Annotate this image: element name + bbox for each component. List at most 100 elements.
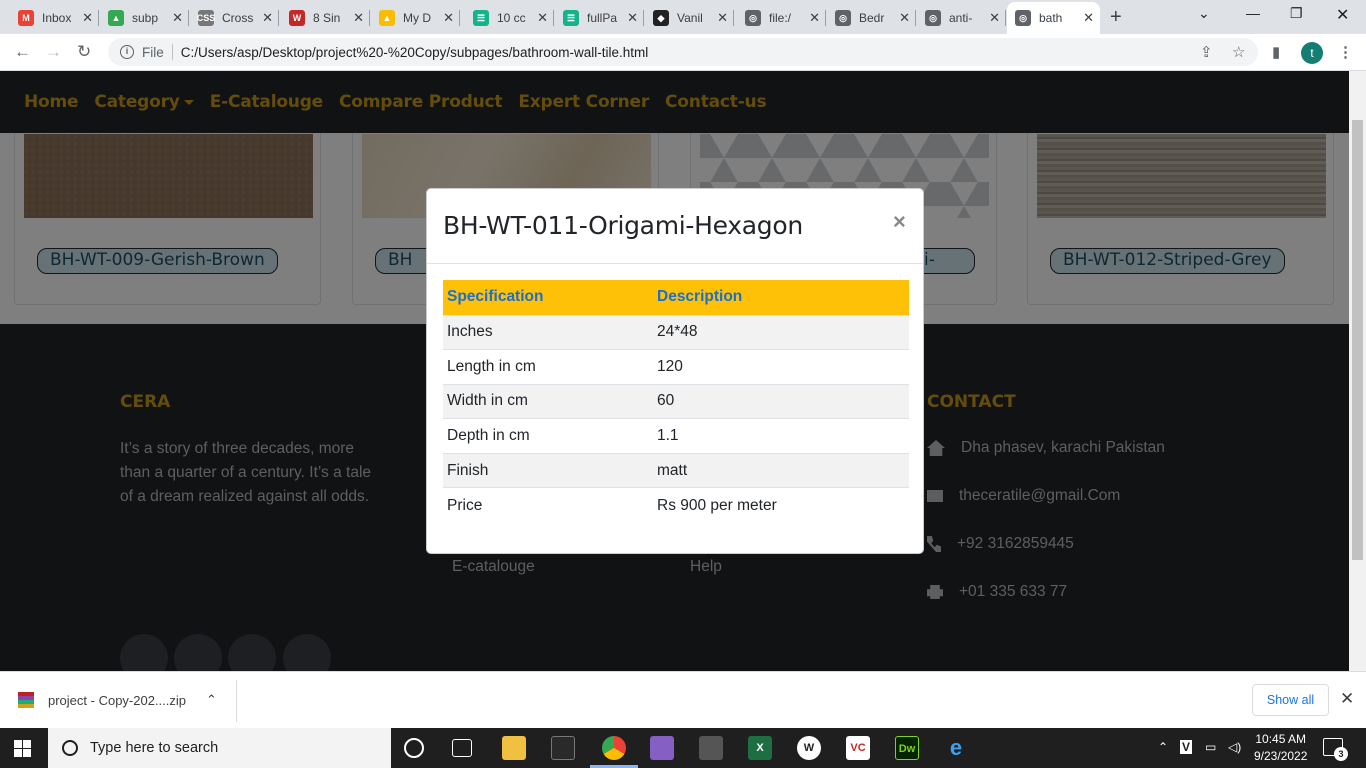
windows-taskbar: Type here to search X W VC Dw e ⌃ V ▭ ◁)… <box>0 728 1366 768</box>
tab-title: bath <box>1039 11 1063 25</box>
excel-icon[interactable]: X <box>748 736 772 760</box>
browser-tab[interactable]: ☰ 10 cc ✕ <box>465 4 554 32</box>
table-row: Depth in cm 1.1 <box>443 418 909 454</box>
maximize-button[interactable]: ❐ <box>1290 5 1303 22</box>
value-cell: 60 <box>653 383 909 419</box>
close-icon[interactable]: ✕ <box>1340 689 1354 709</box>
table-header-row: Specification Description <box>443 280 909 315</box>
value-cell: 1.1 <box>653 418 909 454</box>
browser-tab[interactable]: ▲ subp ✕ <box>100 4 189 32</box>
back-arrow-icon[interactable]: ← <box>14 42 31 62</box>
microsoft-store-icon[interactable] <box>551 736 575 760</box>
forward-arrow-icon[interactable]: → <box>45 42 62 62</box>
browser-tab[interactable]: ▲ My D ✕ <box>371 4 460 32</box>
value-cell: 24*48 <box>653 314 909 350</box>
close-tab-icon[interactable]: ✕ <box>1083 10 1094 26</box>
notification-center-icon[interactable]: 3 <box>1323 738 1348 761</box>
info-icon[interactable]: i <box>120 45 134 59</box>
globe-icon: ◎ <box>745 10 761 26</box>
close-tab-icon[interactable]: ✕ <box>443 10 454 26</box>
browser-tab[interactable]: M Inbox ✕ <box>10 4 99 32</box>
globe-icon: ◎ <box>835 10 851 26</box>
side-panel-icon[interactable]: ▮ <box>1272 43 1280 61</box>
vpn-tray-icon[interactable]: V <box>1180 740 1193 754</box>
chevron-up-icon[interactable]: ⌃ <box>1158 740 1168 754</box>
downloads-bar: project - Copy-202....zip ⌃ Show all ✕ <box>0 671 1366 728</box>
tab-search-icon[interactable]: ⌄ <box>1198 5 1210 22</box>
network-icon[interactable]: ▭ <box>1205 740 1216 754</box>
clock-date: 9/23/2022 <box>1254 749 1308 763</box>
gmail-icon: M <box>18 10 34 26</box>
new-tab-button[interactable]: + <box>1110 6 1122 29</box>
volume-icon[interactable]: ◁) <box>1228 740 1241 754</box>
tab-title: anti- <box>949 11 973 25</box>
url-text[interactable]: C:/Users/asp/Desktop/project%20-%20Copy/… <box>181 45 648 60</box>
close-window-button[interactable]: ✕ <box>1336 5 1349 25</box>
spec-cell: Inches <box>443 314 653 350</box>
profile-avatar[interactable]: t <box>1301 42 1323 64</box>
close-tab-icon[interactable]: ✕ <box>989 10 1000 26</box>
value-cell: Rs 900 per meter <box>653 487 909 523</box>
template-icon: ☰ <box>563 10 579 26</box>
file-explorer-icon[interactable] <box>502 736 526 760</box>
browser-tab[interactable]: ◎ anti- ✕ <box>917 4 1006 32</box>
system-clock[interactable]: 10:45 AM 9/23/2022 <box>1254 731 1307 765</box>
template-icon: ☰ <box>473 10 489 26</box>
tab-title: 10 cc <box>497 11 526 25</box>
close-tab-icon[interactable]: ✕ <box>82 10 93 26</box>
taskbar-search-box[interactable]: Type here to search <box>48 728 391 768</box>
scrollbar-thumb[interactable] <box>1352 120 1363 560</box>
chrome-icon[interactable] <box>602 736 626 760</box>
windows-start-icon[interactable] <box>14 740 31 757</box>
show-all-button[interactable]: Show all <box>1252 684 1329 716</box>
cortana-icon[interactable] <box>404 738 424 758</box>
chevron-up-icon[interactable]: ⌃ <box>206 692 217 708</box>
edge-icon[interactable]: e <box>944 736 968 760</box>
notification-count: 3 <box>1334 747 1348 761</box>
minimize-button[interactable]: — <box>1246 5 1260 21</box>
browser-tab[interactable]: ◆ Vanil ✕ <box>645 4 734 32</box>
tab-title: file:/ <box>769 11 792 25</box>
column-header: Specification <box>443 280 653 315</box>
browser-tab[interactable]: ◎ Bedr ✕ <box>827 4 916 32</box>
browser-tab[interactable]: ◎ bath ✕ <box>1007 2 1100 34</box>
tab-title: fullPa <box>587 11 618 25</box>
tools-app-icon[interactable] <box>699 736 723 760</box>
visual-studio-icon[interactable] <box>650 736 674 760</box>
task-view-icon[interactable] <box>452 739 472 757</box>
dreamweaver-icon[interactable]: Dw <box>895 736 919 760</box>
google-drive-icon: ▲ <box>108 10 124 26</box>
address-bar[interactable]: i File C:/Users/asp/Desktop/project%20-%… <box>108 38 1258 66</box>
close-tab-icon[interactable]: ✕ <box>809 10 820 26</box>
tab-title: 8 Sin <box>313 11 341 25</box>
codepen-icon: ◆ <box>653 10 669 26</box>
web-page: Home Category E-Catalouge Compare Produc… <box>0 71 1349 671</box>
bookmark-star-icon[interactable]: ☆ <box>1232 43 1245 61</box>
close-tab-icon[interactable]: ✕ <box>172 10 183 26</box>
webflow-icon: W <box>289 10 305 26</box>
modal-header: BH-WT-011-Origami-Hexagon × <box>427 189 923 264</box>
scheme-label: File <box>142 44 164 60</box>
tab-title: Cross <box>222 11 254 25</box>
table-row: Finish matt <box>443 452 909 488</box>
close-icon[interactable]: × <box>893 209 906 235</box>
browser-tab[interactable]: ☰ fullPa ✕ <box>555 4 644 32</box>
close-tab-icon[interactable]: ✕ <box>537 10 548 26</box>
reload-icon[interactable]: ↻ <box>77 42 91 62</box>
app-vc-icon[interactable]: VC <box>846 736 870 760</box>
browser-tab[interactable]: CSS Cross ✕ <box>190 4 279 32</box>
app-w-icon[interactable]: W <box>797 736 821 760</box>
download-item[interactable]: project - Copy-202....zip <box>18 692 186 708</box>
modal-title: BH-WT-011-Origami-Hexagon <box>443 211 803 240</box>
spec-cell: Length in cm <box>443 349 653 385</box>
share-icon[interactable]: ⇪ <box>1200 43 1213 61</box>
close-tab-icon[interactable]: ✕ <box>353 10 364 26</box>
close-tab-icon[interactable]: ✕ <box>717 10 728 26</box>
close-tab-icon[interactable]: ✕ <box>262 10 273 26</box>
table-row: Price Rs 900 per meter <box>443 487 909 523</box>
close-tab-icon[interactable]: ✕ <box>899 10 910 26</box>
browser-tab[interactable]: W 8 Sin ✕ <box>281 4 370 32</box>
close-tab-icon[interactable]: ✕ <box>627 10 638 26</box>
menu-kebab-icon[interactable]: ⋮ <box>1338 43 1353 61</box>
browser-tab[interactable]: ◎ file:/ ✕ <box>737 4 826 32</box>
